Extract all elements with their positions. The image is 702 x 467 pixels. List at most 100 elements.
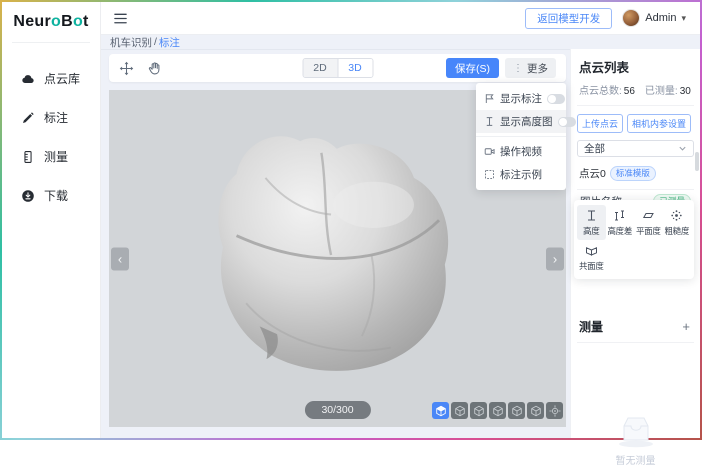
upload-pointcloud-button[interactable]: 上传点云 — [577, 114, 623, 133]
hand-icon[interactable] — [147, 61, 162, 76]
stat-value: 30 — [680, 86, 691, 97]
point-cloud-panel: 点云列表 点云总数:56 已测量:30 上传点云 相机内参设置 全部 点云0 标… — [570, 49, 700, 438]
measure-section-header: 测量 + — [577, 318, 694, 343]
view-top-button[interactable] — [527, 402, 544, 419]
save-button[interactable]: 保存(S) — [446, 58, 499, 78]
toolbar-right-group: 保存(S) ⋮ 更多 — [446, 58, 556, 78]
height-map-icon — [484, 116, 495, 127]
menu-item-annotation-example[interactable]: 标注示例 — [476, 163, 566, 186]
user-name: Admin — [645, 12, 676, 24]
sidebar-item-download[interactable]: 下载 — [2, 176, 100, 215]
user-menu[interactable]: Admin ▾ — [622, 9, 686, 27]
menu-item-tutorial-video[interactable]: 操作视频 — [476, 140, 566, 163]
app-logo: NeuroBot — [2, 2, 100, 42]
previous-image-button[interactable]: ‹ — [111, 247, 129, 270]
pan-icon[interactable] — [119, 61, 134, 76]
sidebar-item-label: 下载 — [44, 187, 68, 204]
view-cube-toolbar — [432, 402, 563, 419]
stat-label: 点云总数: — [579, 86, 622, 97]
height-diff-icon — [613, 209, 626, 222]
menu-item-show-annotations[interactable]: 显示标注 — [476, 87, 566, 110]
pointcloud-group-row[interactable]: 点云0 标准模版 — [577, 165, 694, 190]
chevron-down-icon — [678, 144, 687, 153]
canvas-zone: 2D 3D 保存(S) ⋮ 更多 — [101, 50, 570, 438]
more-button[interactable]: ⋮ 更多 — [505, 58, 556, 78]
menu-item-label: 显示高度图 — [500, 114, 553, 129]
sidebar-item-measure[interactable]: 测量 — [2, 137, 100, 176]
tool-height-diff[interactable]: 高度差 — [606, 205, 635, 240]
menu-item-label: 标注示例 — [500, 167, 558, 182]
sidebar-item-label: 点云库 — [44, 70, 80, 87]
menu-collapse-icon[interactable] — [113, 11, 128, 26]
video-icon — [484, 146, 495, 157]
stat-value: 56 — [624, 86, 635, 97]
scrollbar-thumb[interactable] — [695, 152, 699, 171]
main-column: 返回模型开发 Admin ▾ 机车识别/标注 — [101, 2, 700, 438]
sidebar-item-label: 测量 — [44, 148, 68, 165]
show-annotations-toggle[interactable] — [547, 94, 565, 104]
tooth-3d-model[interactable] — [206, 120, 458, 390]
tool-flatness[interactable]: 平面度 — [634, 205, 663, 240]
menu-item-show-heightmap[interactable]: 显示高度图 — [476, 110, 566, 133]
view-left-button[interactable] — [489, 402, 506, 419]
back-to-model-dev-button[interactable]: 返回模型开发 — [525, 8, 612, 29]
tool-roughness[interactable]: 粗糙度 — [663, 205, 692, 240]
sidebar-item-annotate[interactable]: 标注 — [2, 98, 100, 137]
logo-gear-o-icon: o — [73, 13, 83, 31]
stat-total: 点云总数:56 — [579, 82, 635, 97]
group-name: 点云0 — [579, 166, 606, 181]
show-heightmap-toggle[interactable] — [558, 117, 576, 127]
tool-height[interactable]: 高度 — [577, 205, 606, 240]
sidebar: NeuroBot 点云库 标注 测量 下载 — [2, 2, 101, 438]
frame-icon — [484, 169, 495, 180]
breadcrumb-parent[interactable]: 机车识别 — [110, 35, 152, 50]
next-image-button[interactable]: › — [546, 247, 564, 270]
avatar — [622, 9, 640, 27]
divider — [476, 136, 566, 137]
cloud-icon — [21, 72, 35, 86]
mode-3d-button[interactable]: 3D — [337, 59, 372, 77]
menu-item-label: 显示标注 — [500, 91, 542, 106]
stat-measured: 已测量:30 — [645, 82, 691, 97]
sidebar-item-pointcloud-library[interactable]: 点云库 — [2, 59, 100, 98]
camera-intrinsics-button[interactable]: 相机内参设置 — [627, 114, 691, 133]
more-label: 更多 — [527, 61, 548, 76]
top-header: 返回模型开发 Admin ▾ — [101, 2, 700, 35]
mode-2d-button[interactable]: 2D — [303, 59, 337, 77]
panel-stats: 点云总数:56 已测量:30 — [577, 82, 694, 106]
stat-label: 已测量: — [645, 86, 678, 97]
logo-text: Neur — [13, 13, 51, 31]
caret-down-icon: ▾ — [681, 13, 686, 24]
view-right-button[interactable] — [508, 402, 525, 419]
coplanarity-icon — [585, 244, 598, 257]
tool-label: 高度差 — [607, 225, 632, 237]
menu-item-label: 操作视频 — [500, 144, 558, 159]
measure-tools-popup: 高度 高度差 平面度 粗糙度 — [574, 200, 694, 279]
panel-buttons: 上传点云 相机内参设置 — [577, 106, 694, 140]
tool-coplanarity[interactable]: 共面度 — [577, 240, 606, 275]
content-row: 机车识别/标注 2D 3D 保存(S) — [101, 35, 700, 438]
logo-gear-o-icon: o — [51, 13, 61, 31]
filter-select[interactable]: 全部 — [577, 140, 694, 157]
sidebar-nav: 点云库 标注 测量 下载 — [2, 43, 100, 215]
view-perspective-button[interactable] — [432, 402, 449, 419]
ruler-icon — [21, 150, 35, 164]
breadcrumb: 机车识别/标注 — [101, 35, 570, 50]
panel-title: 点云列表 — [577, 55, 694, 82]
vertical-dots-icon: ⋮ — [513, 63, 523, 74]
measure-title: 测量 — [579, 318, 603, 335]
view-mode-toggle: 2D 3D — [302, 58, 373, 78]
sidebar-item-label: 标注 — [44, 109, 68, 126]
view-back-button[interactable] — [470, 402, 487, 419]
add-measure-button[interactable]: + — [680, 320, 692, 333]
image-pager-badge: 30/300 — [304, 401, 370, 419]
breadcrumb-current: 标注 — [159, 35, 180, 50]
tool-label: 平面度 — [636, 225, 661, 237]
pen-icon — [21, 111, 35, 125]
tool-label: 粗糙度 — [664, 225, 689, 237]
locate-button[interactable] — [546, 402, 563, 419]
logo-text: t — [83, 13, 89, 31]
view-front-button[interactable] — [451, 402, 468, 419]
template-badge: 标准模版 — [610, 166, 656, 181]
tool-label: 高度 — [583, 225, 599, 237]
